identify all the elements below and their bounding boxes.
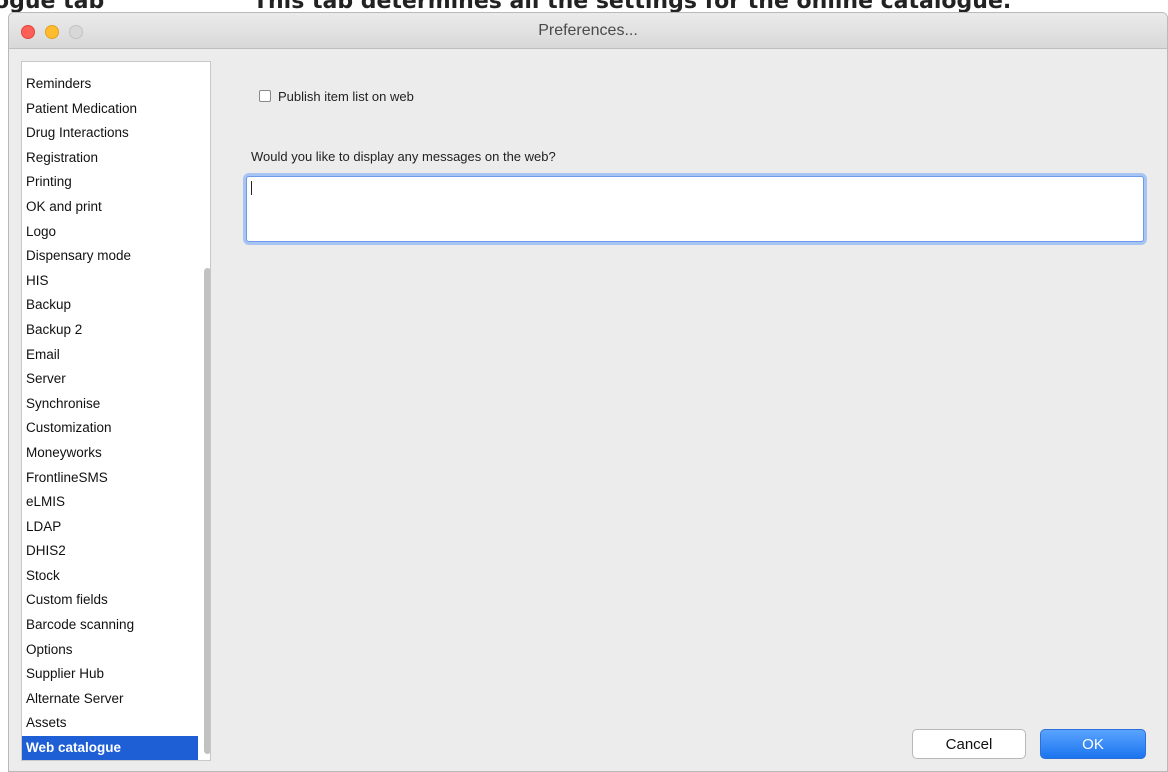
- web-message-input[interactable]: [246, 176, 1144, 242]
- sidebar-item-his[interactable]: HIS: [22, 269, 198, 294]
- publish-item-list-checkbox[interactable]: [259, 90, 271, 102]
- web-message-question: Would you like to display any messages o…: [251, 149, 556, 164]
- sidebar-item-web-catalogue[interactable]: Web catalogue: [22, 736, 198, 760]
- sidebar-item-printing[interactable]: Printing: [22, 170, 198, 195]
- sidebar-item-barcode-scanning[interactable]: Barcode scanning: [22, 613, 198, 638]
- sidebar-item-drug-interactions[interactable]: Drug Interactions: [22, 121, 198, 146]
- sidebar-item-customization[interactable]: Customization: [22, 416, 198, 441]
- sidebar-item-options[interactable]: Options: [22, 638, 198, 663]
- sidebar-item-synchronise[interactable]: Synchronise: [22, 392, 198, 417]
- sidebar-item-alternate-server[interactable]: Alternate Server: [22, 687, 198, 712]
- sidebar-item-stock[interactable]: Stock: [22, 564, 198, 589]
- preferences-window: Preferences... Reminders Patient Medicati…: [8, 12, 1168, 772]
- sidebar-item-custom-fields[interactable]: Custom fields: [22, 588, 198, 613]
- sidebar-item-logo[interactable]: Logo: [22, 220, 198, 245]
- sidebar-item-dhis2[interactable]: DHIS2: [22, 539, 198, 564]
- ok-button[interactable]: OK: [1040, 729, 1146, 759]
- sidebar-item-assets[interactable]: Assets: [22, 711, 198, 736]
- sidebar-item-backup[interactable]: Backup: [22, 293, 198, 318]
- sidebar-item-elmis[interactable]: eLMIS: [22, 490, 198, 515]
- sidebar-item-frontlinesms[interactable]: FrontlineSMS: [22, 466, 198, 491]
- title-bar: Preferences...: [9, 13, 1167, 49]
- sidebar-item-ok-and-print[interactable]: OK and print: [22, 195, 198, 220]
- sidebar-item-reminders[interactable]: Reminders: [22, 72, 198, 97]
- sidebar-item-registration[interactable]: Registration: [22, 146, 198, 171]
- sidebar-item-server[interactable]: Server: [22, 367, 198, 392]
- sidebar-item-backup-2[interactable]: Backup 2: [22, 318, 198, 343]
- publish-item-list-row[interactable]: Publish item list on web: [259, 87, 414, 105]
- sidebar-item-ldap[interactable]: LDAP: [22, 515, 198, 540]
- sidebar-item-patient-medication[interactable]: Patient Medication: [22, 97, 198, 122]
- sidebar-scrollbar-thumb[interactable]: [204, 268, 210, 754]
- publish-item-list-label[interactable]: Publish item list on web: [278, 89, 414, 104]
- sidebar-item-dispensary-mode[interactable]: Dispensary mode: [22, 244, 198, 269]
- sidebar-scrollbar[interactable]: [202, 62, 210, 760]
- window-title: Preferences...: [538, 22, 638, 39]
- sidebar-item-email[interactable]: Email: [22, 343, 198, 368]
- sidebar-list: Reminders Patient Medication Drug Interact…: [22, 72, 198, 760]
- preferences-sidebar: Reminders Patient Medication Drug Interact…: [21, 61, 211, 761]
- sidebar-item-moneyworks[interactable]: Moneyworks: [22, 441, 198, 466]
- cancel-button[interactable]: Cancel: [912, 729, 1026, 759]
- sidebar-item-supplier-hub[interactable]: Supplier Hub: [22, 662, 198, 687]
- text-caret: [251, 181, 252, 195]
